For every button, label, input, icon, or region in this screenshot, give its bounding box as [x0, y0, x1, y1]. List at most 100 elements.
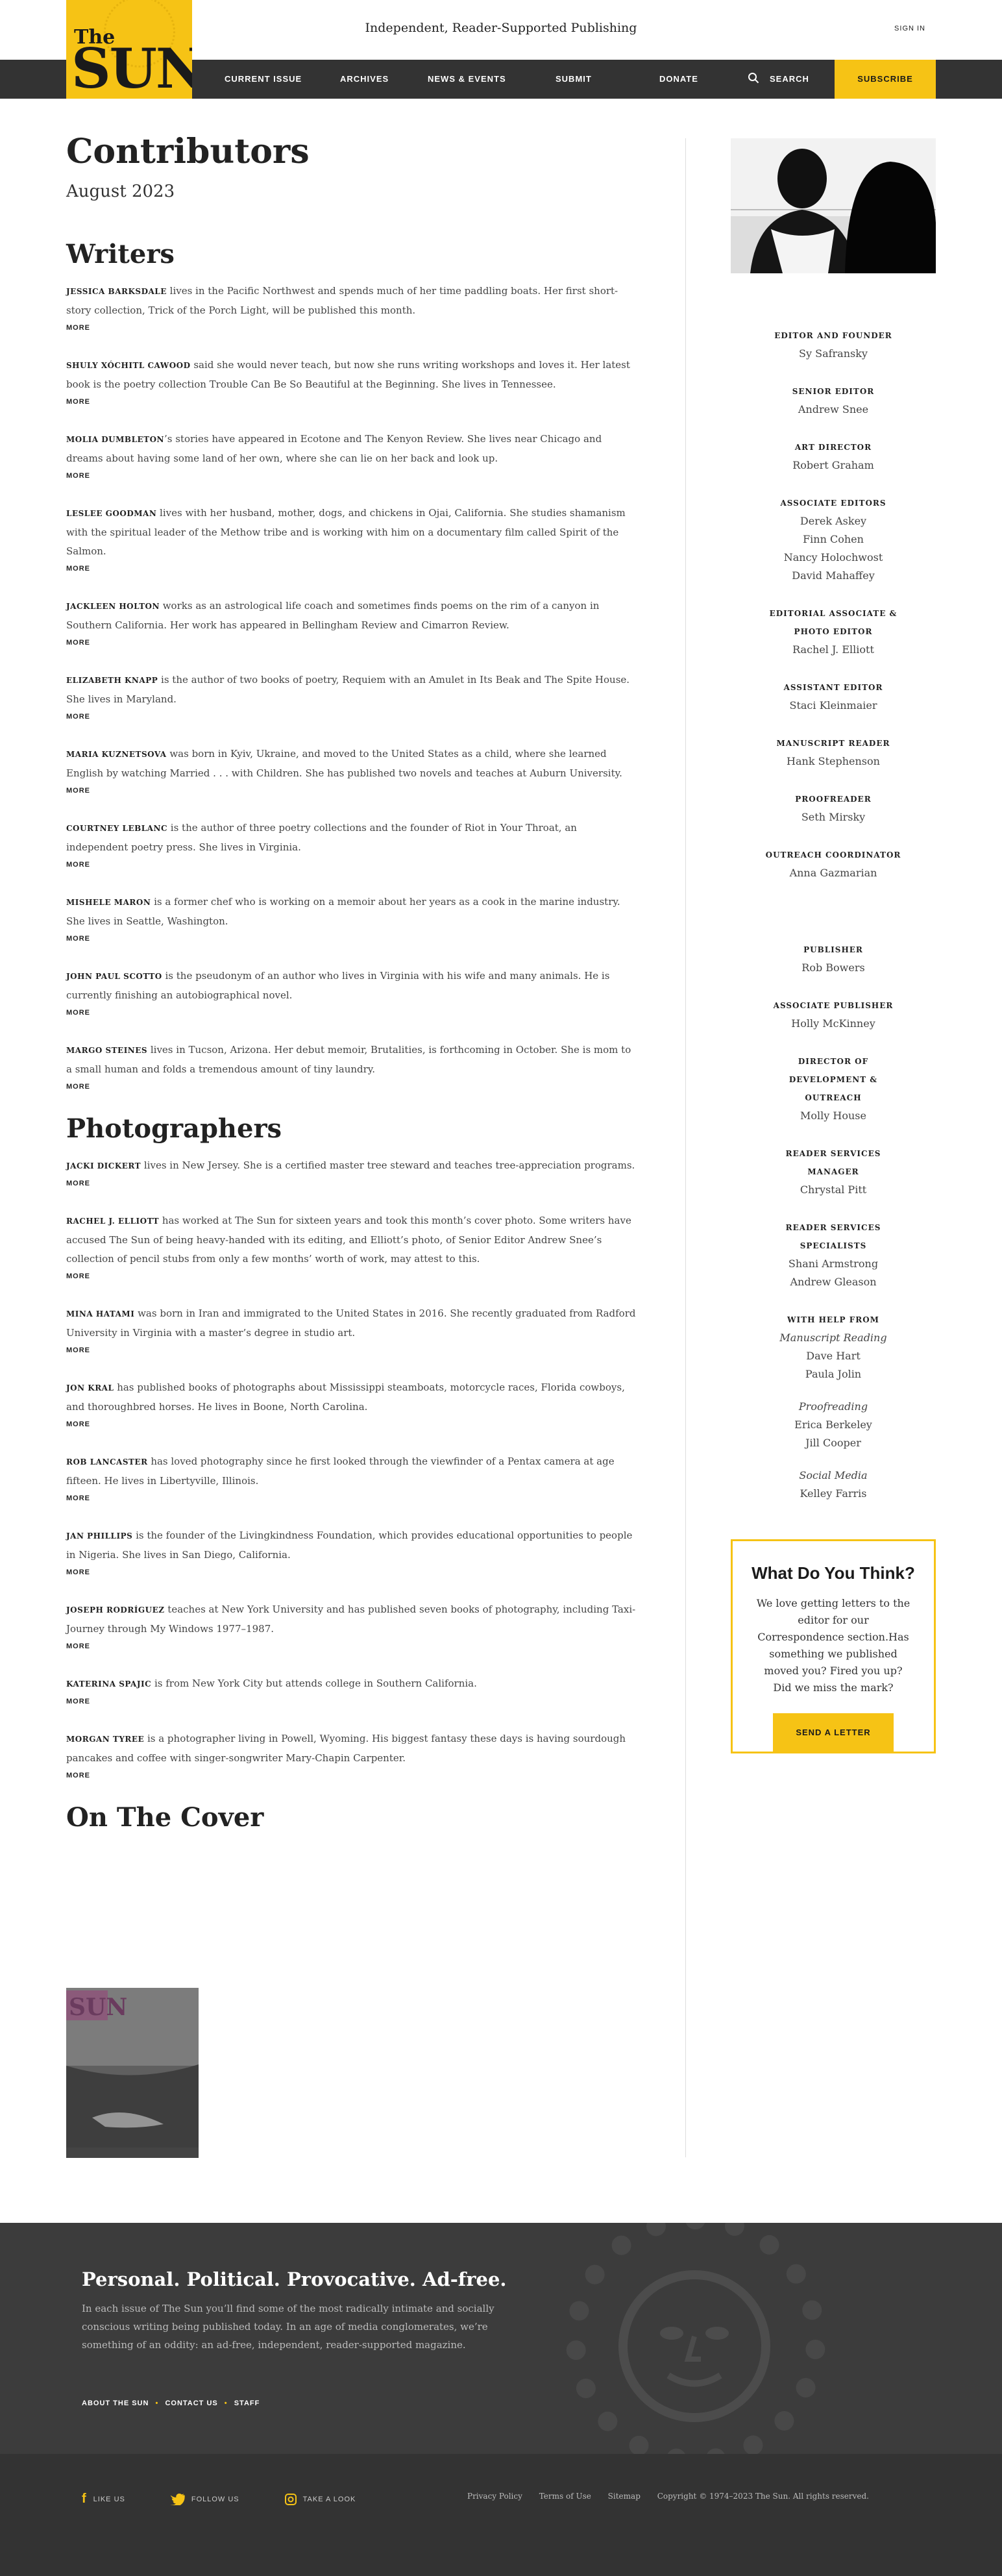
contributor-text: lives in New Jersey. She is a certified …	[141, 1159, 635, 1172]
staff-group: READER SERVICES SPECIALISTS Shani Armstro…	[731, 1219, 936, 1291]
footer-link-about[interactable]: ABOUT THE SUN	[82, 2399, 149, 2407]
staff-name: David Mahaffey	[792, 569, 875, 582]
staff-name: Robert Graham	[792, 459, 874, 471]
nav-current-issue[interactable]: CURRENT ISSUE	[225, 60, 302, 99]
more-link[interactable]: MORE	[66, 472, 637, 480]
staff-name: Finn Cohen	[803, 533, 864, 545]
staff-name: Seth Mirsky	[801, 811, 866, 823]
more-link[interactable]: MORE	[66, 1698, 637, 1705]
staff-role: ART DIRECTOR	[794, 443, 872, 452]
staff-role: PROOFREADER	[795, 795, 872, 804]
facebook-icon[interactable]: f	[82, 2492, 87, 2507]
help-group: Social Media Kelley Farris	[731, 1467, 936, 1503]
more-link[interactable]: MORE	[66, 398, 637, 406]
contributor-bio: MISHELE MARON is a former chef who is wo…	[66, 893, 637, 931]
column-divider	[685, 138, 686, 2157]
more-link[interactable]: MORE	[66, 1420, 637, 1428]
contributor-bio: MINA HATAMI was born in Iran and immigra…	[66, 1304, 637, 1343]
feedback-title: What Do You Think?	[752, 1563, 915, 1583]
staff-photo	[731, 138, 936, 273]
footer-sitemap[interactable]: Sitemap	[608, 2492, 641, 2501]
more-link[interactable]: MORE	[66, 713, 637, 721]
nav-search[interactable]: SEARCH	[770, 60, 809, 99]
writers-heading: Writers	[66, 239, 175, 270]
more-link[interactable]: MORE	[66, 565, 637, 573]
contributor-bio: JACKI DICKERT lives in New Jersey. She i…	[66, 1156, 637, 1176]
send-letter-button[interactable]: SEND A LETTER	[773, 1713, 894, 1752]
more-link[interactable]: MORE	[66, 935, 637, 943]
contributor-bio: SHULY XÓCHITL CAWOOD said she would neve…	[66, 356, 637, 394]
contributor-bio: MORGAN TYREE is a photographer living in…	[66, 1729, 637, 1768]
social-take-a-look[interactable]: TAKE A LOOK	[303, 2496, 356, 2503]
more-link[interactable]: MORE	[66, 1494, 637, 1502]
contributor-bio: JOSEPH RODRÍGUEZ teaches at New York Uni…	[66, 1600, 637, 1639]
feedback-text: We love getting letters to the editor fo…	[756, 1597, 910, 1694]
social-like-us[interactable]: LIKE US	[93, 2496, 125, 2503]
staff-name: Jill Cooper	[805, 1437, 861, 1449]
contributor-text: is the founder of the Livingkindness Fou…	[66, 1530, 633, 1561]
footer-terms[interactable]: Terms of Use	[539, 2492, 591, 2501]
more-link[interactable]: MORE	[66, 1346, 637, 1354]
staff-role: EDITORIAL ASSOCIATE & PHOTO EDITOR	[769, 609, 898, 636]
footer-link-staff[interactable]: STAFF	[234, 2399, 260, 2407]
staff-role: READER SERVICES SPECIALISTS	[785, 1223, 881, 1250]
staff-role: ASSOCIATE PUBLISHER	[773, 1001, 894, 1010]
more-link[interactable]: MORE	[66, 1009, 637, 1017]
instagram-icon[interactable]	[284, 2493, 297, 2505]
nav-donate[interactable]: DONATE	[659, 60, 698, 99]
social-follow-us[interactable]: FOLLOW US	[191, 2496, 239, 2503]
photographers-list: JACKI DICKERT lives in New Jersey. She i…	[66, 1156, 637, 1779]
contributor-name: MOLIA DUMBLETON	[66, 435, 165, 445]
staff-group: READER SERVICES MANAGER Chrystal Pitt	[731, 1145, 936, 1199]
nav-submit[interactable]: SUBMIT	[556, 60, 592, 99]
contributor-name: MINA HATAMI	[66, 1309, 135, 1319]
staff-group: OUTREACH COORDINATOR Anna Gazmarian	[731, 846, 936, 882]
cover-thumbnail[interactable]: SUN	[66, 1988, 199, 2158]
staff-role: MANUSCRIPT READER	[776, 739, 890, 748]
contributor-bio: JAN PHILLIPS is the founder of the Livin…	[66, 1526, 637, 1565]
more-link[interactable]: MORE	[66, 1568, 637, 1576]
more-link[interactable]: MORE	[66, 639, 637, 647]
contributor-name: JOSEPH RODRÍGUEZ	[66, 1605, 165, 1615]
sun-logo[interactable]: The SUN	[66, 0, 192, 99]
feedback-box: What Do You Think? We love getting lette…	[731, 1539, 936, 1753]
staff-name: Paula Jolin	[805, 1368, 862, 1380]
staff-role: ASSISTANT EDITOR	[783, 683, 883, 692]
contributor-bio: MOLIA DUMBLETON’s stories have appeared …	[66, 430, 637, 468]
cover-logo: SUN	[69, 1994, 127, 2021]
subscribe-button[interactable]: SUBSCRIBE	[835, 60, 936, 99]
sun-face-icon	[618, 2270, 770, 2422]
nav-news-events[interactable]: NEWS & EVENTS	[428, 60, 506, 99]
staff-name: Kelley Farris	[800, 1487, 867, 1500]
contributor-bio: ROB LANCASTER has loved photography sinc…	[66, 1452, 637, 1491]
more-link[interactable]: MORE	[66, 1180, 637, 1187]
nav-archives[interactable]: ARCHIVES	[340, 60, 389, 99]
page-title: Contributors	[66, 132, 310, 171]
footer-headline: Personal. Political. Provocative. Ad-fre…	[82, 2268, 507, 2290]
writers-list: JESSICA BARKSDALE lives in the Pacific N…	[66, 282, 637, 1091]
twitter-icon[interactable]	[170, 2493, 185, 2505]
staff-group: PROOFREADER Seth Mirsky	[731, 790, 936, 826]
contributor-bio: JACKLEEN HOLTON works as an astrological…	[66, 597, 637, 635]
staff-name: Hank Stephenson	[787, 755, 880, 767]
staff-role: SENIOR EDITOR	[792, 387, 875, 396]
contributor-name: JACKLEEN HOLTON	[66, 602, 160, 612]
staff-name: Chrystal Pitt	[800, 1183, 867, 1196]
more-link[interactable]: MORE	[66, 1083, 637, 1091]
footer-privacy[interactable]: Privacy Policy	[467, 2492, 522, 2501]
more-link[interactable]: MORE	[66, 1272, 637, 1280]
more-link[interactable]: MORE	[66, 787, 637, 795]
staff-name: Dave Hart	[806, 1350, 861, 1362]
more-link[interactable]: MORE	[66, 1772, 637, 1779]
contributor-bio: JOHN PAUL SCOTTO is the pseudonym of an …	[66, 967, 637, 1005]
more-link[interactable]: MORE	[66, 1642, 637, 1650]
contributor-bio: LESLEE GOODMAN lives with her husband, m…	[66, 504, 637, 561]
search-icon[interactable]	[748, 72, 759, 84]
cover-heading: On The Cover	[66, 1802, 264, 1833]
staff-group: EDITORIAL ASSOCIATE & PHOTO EDITOR Rachel…	[731, 604, 936, 659]
more-link[interactable]: MORE	[66, 861, 637, 869]
more-link[interactable]: MORE	[66, 324, 637, 332]
help-groups: Manuscript Reading Dave Hart Paula Jolin Pr…	[731, 1329, 936, 1503]
footer-link-contact[interactable]: CONTACT US	[165, 2399, 217, 2407]
sign-in-link[interactable]: SIGN IN	[894, 25, 925, 32]
